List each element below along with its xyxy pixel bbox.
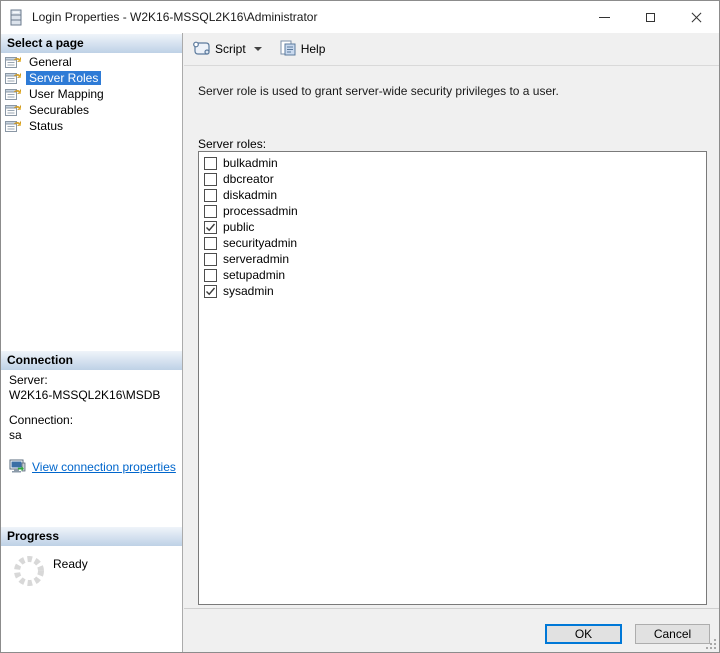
toolbar: Script Help [184,33,719,66]
main-panel: Script Help Server role is used to grant [184,33,719,652]
page-icon [5,55,22,69]
sidebar-item-label: Status [26,119,66,133]
role-row-processadmin[interactable]: processadmin [199,203,706,219]
connection-label: Connection: [9,413,178,428]
page-icon [5,103,22,117]
role-checkbox-securityadmin[interactable] [204,237,217,250]
progress-status: Ready [53,557,88,571]
script-scroll-icon [192,40,211,59]
minimize-button[interactable] [581,1,627,33]
server-roles-listbox[interactable]: bulkadmin dbcreator diskadmin processadmin p… [198,151,707,605]
view-connection-properties-link[interactable]: View connection properties [32,460,176,475]
role-name: dbcreator [223,172,274,186]
progress-ring-icon [11,553,47,592]
cancel-button[interactable]: Cancel [635,624,710,644]
window-title: Login Properties - W2K16-MSSQL2K16\Admin… [32,10,317,24]
server-label: Server: [9,373,178,388]
maximize-button[interactable] [627,1,673,33]
page-icon [5,87,22,101]
script-button[interactable]: Script [188,37,266,61]
login-properties-dialog: Login Properties - W2K16-MSSQL2K16\Admin… [0,0,720,653]
connection-header: Connection [1,351,182,370]
progress-header: Progress [1,527,182,546]
connection-value: sa [9,428,178,443]
role-row-dbcreator[interactable]: dbcreator [199,171,706,187]
server-roles-page: Server role is used to grant server-wide… [184,67,719,609]
close-icon [690,11,703,24]
role-name: setupadmin [223,268,285,282]
sidebar-item-label: Securables [26,103,92,117]
help-doc-icon [280,40,297,59]
role-name: processadmin [223,204,298,218]
minimize-icon [599,17,610,18]
role-row-bulkadmin[interactable]: bulkadmin [199,155,706,171]
server-value: W2K16-MSSQL2K16\MSDB [9,388,178,403]
help-button[interactable]: Help [276,37,330,61]
role-checkbox-sysadmin[interactable] [204,285,217,298]
connection-properties-icon [9,459,28,475]
script-dropdown-icon[interactable] [254,47,262,51]
role-row-sysadmin[interactable]: sysadmin [199,283,706,299]
role-checkbox-diskadmin[interactable] [204,189,217,202]
sidebar-item-server-roles[interactable]: Server Roles [1,70,182,86]
role-name: sysadmin [223,284,274,298]
role-row-setupadmin[interactable]: setupadmin [199,267,706,283]
resize-grip[interactable] [703,636,716,649]
sidebar-item-user-mapping[interactable]: User Mapping [1,86,182,102]
role-checkbox-setupadmin[interactable] [204,269,217,282]
sidebar-item-label: Server Roles [26,71,101,85]
role-row-diskadmin[interactable]: diskadmin [199,187,706,203]
page-icon [5,71,22,85]
role-name: bulkadmin [223,156,278,170]
page-icon [5,119,22,133]
ok-button[interactable]: OK [545,624,622,644]
select-a-page-header: Select a page [1,34,182,53]
role-checkbox-bulkadmin[interactable] [204,157,217,170]
role-name: public [223,220,254,234]
role-name: diskadmin [223,188,277,202]
role-row-securityadmin[interactable]: securityadmin [199,235,706,251]
connection-section: Server: W2K16-MSSQL2K16\MSDB Connection:… [9,373,178,475]
server-icon [10,8,24,26]
close-button[interactable] [673,1,719,33]
page-description: Server role is used to grant server-wide… [198,84,705,98]
help-label: Help [301,42,326,56]
sidebar: Select a page General Server Roles User Ma… [1,33,183,652]
script-label: Script [215,42,246,56]
role-name: securityadmin [223,236,297,250]
role-row-public[interactable]: public [199,219,706,235]
role-checkbox-processadmin[interactable] [204,205,217,218]
titlebar: Login Properties - W2K16-MSSQL2K16\Admin… [1,1,719,33]
role-checkbox-dbcreator[interactable] [204,173,217,186]
sidebar-item-label: General [26,55,75,69]
role-checkbox-serveradmin[interactable] [204,253,217,266]
server-roles-label: Server roles: [198,137,266,151]
page-list: General Server Roles User Mapping Securable… [1,54,182,134]
sidebar-item-label: User Mapping [26,87,107,101]
sidebar-item-securables[interactable]: Securables [1,102,182,118]
sidebar-item-general[interactable]: General [1,54,182,70]
role-row-serveradmin[interactable]: serveradmin [199,251,706,267]
role-checkbox-public[interactable] [204,221,217,234]
role-name: serveradmin [223,252,289,266]
sidebar-item-status[interactable]: Status [1,118,182,134]
maximize-icon [646,13,655,22]
